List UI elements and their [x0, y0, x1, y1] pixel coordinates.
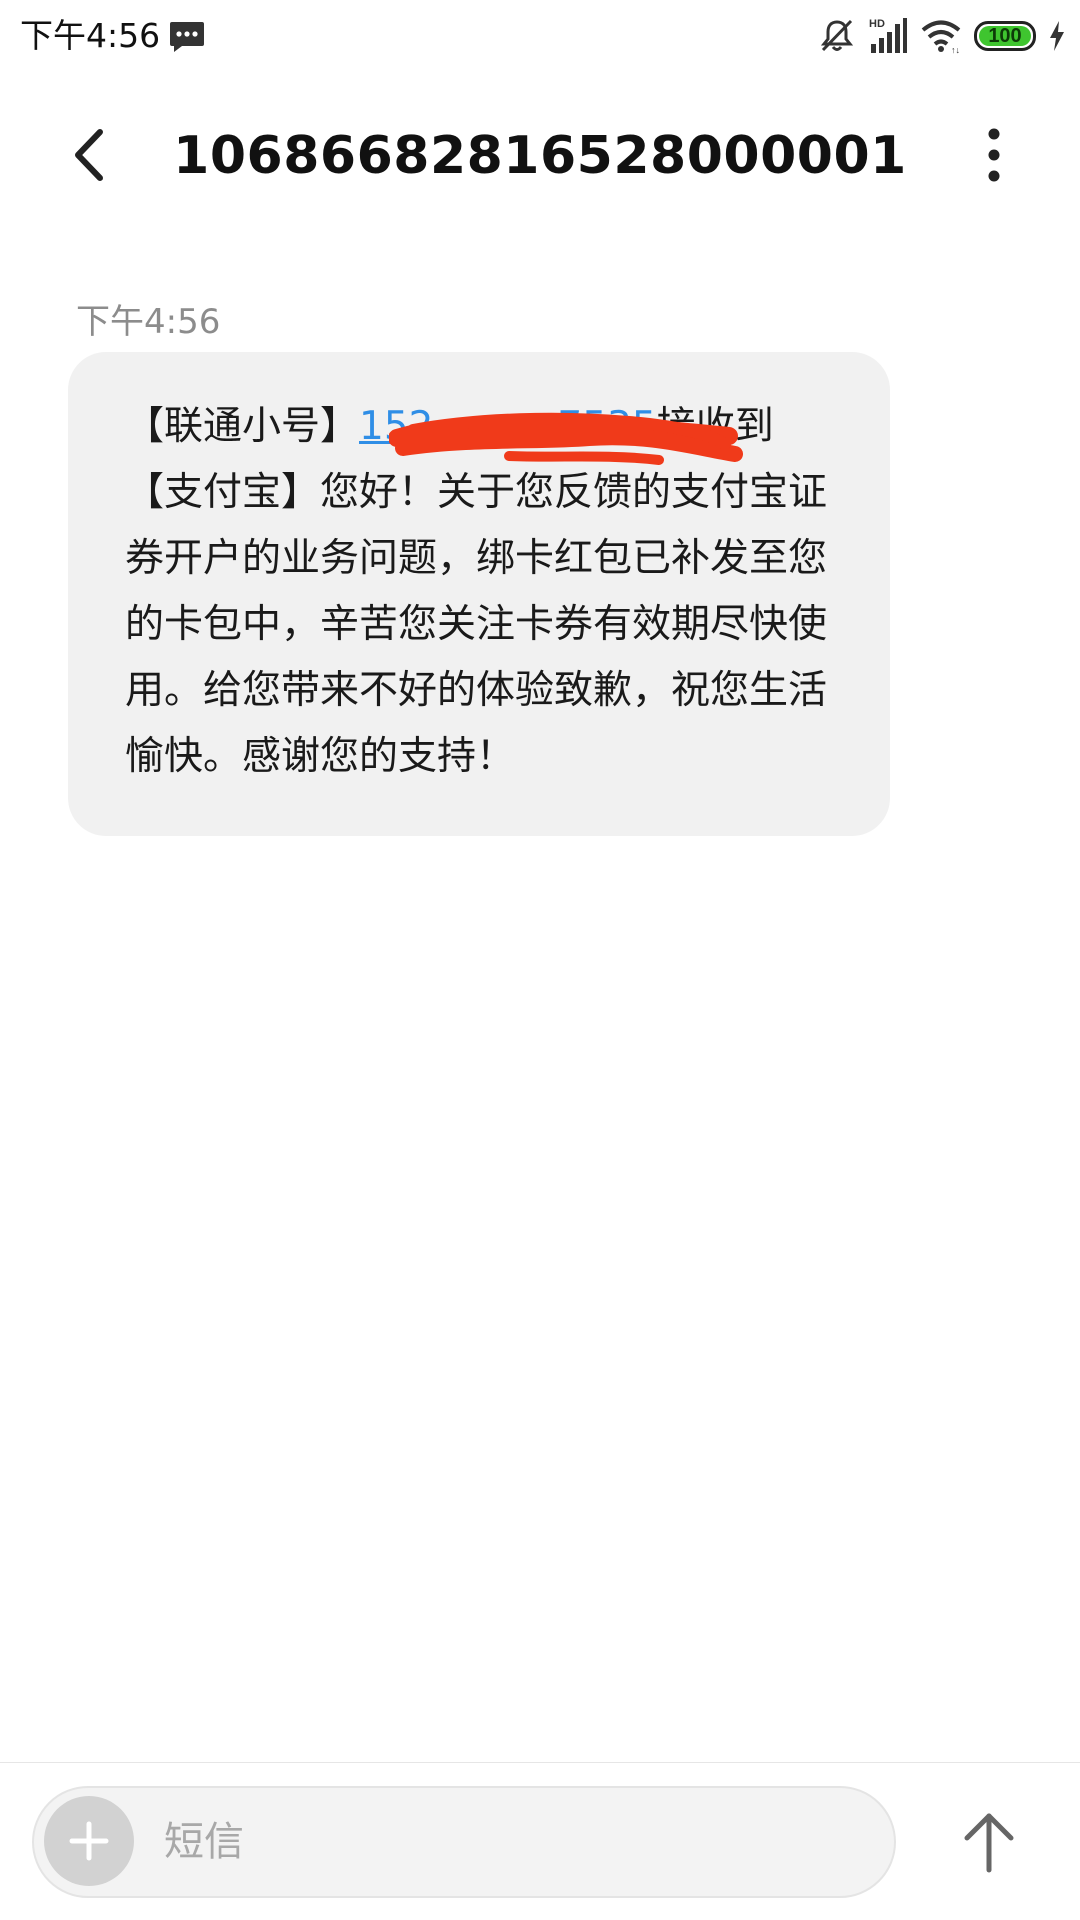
- bell-muted-icon: [820, 19, 854, 52]
- message-text-prefix: 【联通小号】: [125, 404, 360, 449]
- wifi-icon: ↑↓: [921, 20, 961, 54]
- svg-text:↑↓: ↑↓: [951, 45, 960, 54]
- add-icon: [69, 1821, 109, 1861]
- svg-text:HD: HD: [869, 18, 885, 30]
- charging-icon: [1050, 21, 1064, 51]
- message-bubble[interactable]: 【联通小号】152··········7535接收到【支付宝】您好！关于您反馈的…: [68, 352, 890, 836]
- message-icon: [170, 22, 204, 52]
- phone-number-link[interactable]: 152··········7535: [359, 404, 657, 449]
- hd-signal-icon: HD: [869, 18, 907, 53]
- status-bar: 下午4:56 HD ↑↓ 100: [0, 0, 1080, 80]
- message-text-body: 接收到【支付宝】您好！关于您反馈的支付宝证券开户的业务问题，绑卡红包已补发至您的…: [125, 404, 828, 779]
- battery-level: 100: [988, 25, 1022, 47]
- status-icons: HD ↑↓ 100: [818, 14, 1066, 58]
- back-arrow-icon[interactable]: [60, 122, 120, 188]
- battery-icon: 100: [974, 21, 1036, 51]
- send-arrow-icon[interactable]: [958, 1810, 1020, 1874]
- conversation-header: 10686682816528000001: [0, 100, 1080, 210]
- sms-conversation-screen: 下午4:56 HD ↑↓ 100 10686682816528000001 下午…: [0, 0, 1080, 1920]
- message-text: 【联通小号】152··········7535接收到【支付宝】您好！关于您反馈的…: [125, 394, 838, 790]
- composer-divider: [0, 1762, 1080, 1763]
- add-attachment-button[interactable]: [44, 1796, 134, 1886]
- more-vertical-icon[interactable]: [966, 124, 1022, 186]
- message-timestamp: 下午4:56: [76, 302, 221, 342]
- status-time: 下午4:56: [20, 16, 161, 55]
- conversation-title: 10686682816528000001: [173, 126, 907, 186]
- sms-input[interactable]: [164, 1812, 864, 1872]
